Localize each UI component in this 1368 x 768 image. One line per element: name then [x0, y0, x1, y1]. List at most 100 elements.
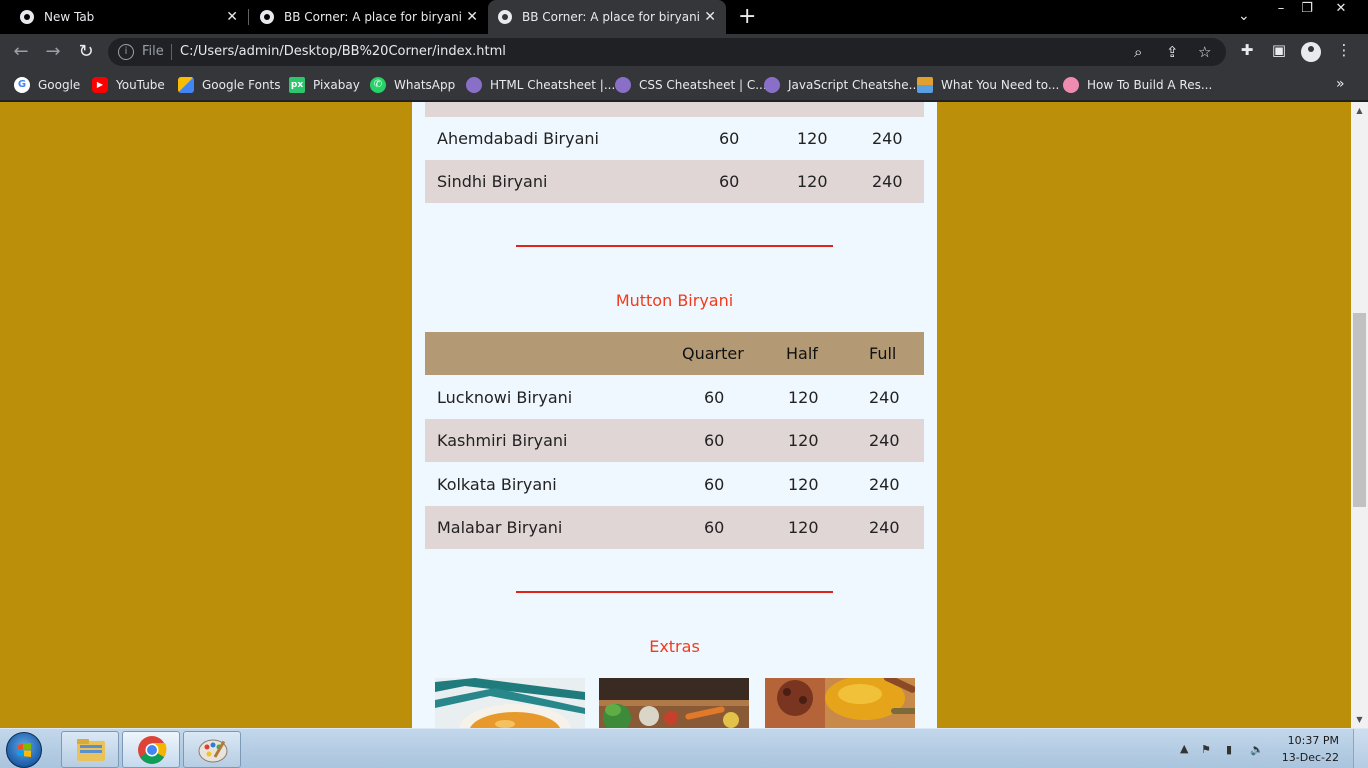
- mutton-biryani-heading: Mutton Biryani: [615, 291, 734, 310]
- clock-date[interactable]: 13-Dec-22: [1259, 751, 1339, 764]
- html-cheatsheet-icon: [466, 77, 482, 93]
- tab-search-chevron-icon[interactable]: ⌄: [1238, 8, 1250, 24]
- table-header: Quarter Half Full: [425, 332, 924, 375]
- tab-new-tab[interactable]: New Tab ✕: [0, 0, 248, 34]
- windows-logo-icon: [17, 743, 31, 757]
- column-header-half: Half: [786, 344, 818, 363]
- bookmark-javascript-cheatsheet[interactable]: JavaScript Cheatshe...: [764, 77, 920, 93]
- taskbar-file-explorer[interactable]: [61, 731, 119, 768]
- price-quarter: 60: [704, 518, 725, 537]
- column-header-full: Full: [869, 344, 897, 363]
- item-name: Kolkata Biryani: [437, 475, 557, 494]
- tab-bb-corner-active[interactable]: BB Corner: A place for biryani lov ✕: [488, 0, 726, 34]
- restore-icon[interactable]: ❐: [1292, 0, 1322, 20]
- table-row: Malabar Biryani 60 120 240: [425, 506, 924, 549]
- new-tab-icon[interactable]: +: [738, 5, 756, 29]
- bookmark-css-cheatsheet[interactable]: CSS Cheatsheet | C...: [615, 77, 767, 93]
- zoom-icon[interactable]: ⌕: [1134, 43, 1142, 61]
- column-header-quarter: Quarter: [682, 344, 744, 363]
- profile-avatar-icon[interactable]: [1301, 42, 1321, 62]
- bookmark-google-fonts[interactable]: Google Fonts: [178, 77, 281, 93]
- bookmark-label: HTML Cheatsheet |...: [490, 78, 616, 92]
- scroll-down-arrow-icon[interactable]: ▼: [1351, 711, 1368, 728]
- close-tab-icon[interactable]: ✕: [704, 9, 716, 25]
- globe-icon: [260, 10, 274, 24]
- close-window-icon[interactable]: ✕: [1326, 0, 1356, 20]
- url-text[interactable]: C:/Users/admin/Desktop/BB%20Corner/index…: [180, 44, 506, 59]
- item-name: Lucknowi Biryani: [437, 388, 573, 407]
- youtube-icon: ▶: [92, 77, 108, 93]
- show-hidden-icons-icon[interactable]: ▲: [1180, 742, 1188, 755]
- article-icon: [917, 77, 933, 93]
- table-row: Sindhi Biryani 60 120 240: [425, 160, 924, 203]
- tab-title: New Tab: [44, 10, 95, 24]
- soup-photo: [435, 678, 585, 728]
- price-full: 240: [872, 172, 903, 191]
- scroll-up-arrow-icon[interactable]: ▲: [1351, 102, 1368, 119]
- taskbar-chrome[interactable]: [122, 731, 180, 768]
- taskbar-paint[interactable]: [183, 731, 241, 768]
- price-quarter: 60: [704, 388, 725, 407]
- share-icon[interactable]: ⇪: [1166, 43, 1179, 61]
- chrome-icon: [20, 10, 34, 24]
- folder-icon: [77, 739, 105, 761]
- javascript-cheatsheet-icon: [764, 77, 780, 93]
- bookmark-label: CSS Cheatsheet | C...: [639, 78, 767, 92]
- price-half: 120: [797, 129, 828, 148]
- bookmark-pixabay[interactable]: px Pixabay: [289, 77, 360, 93]
- price-half: 120: [788, 388, 819, 407]
- back-arrow-icon[interactable]: ←: [9, 40, 33, 64]
- tab-strip: New Tab ✕ BB Corner: A place for biryani…: [0, 0, 1368, 34]
- page-scrollbar[interactable]: ▲ ▼: [1351, 102, 1368, 728]
- network-signal-icon[interactable]: ▮: [1226, 743, 1232, 756]
- show-desktop-button[interactable]: [1353, 729, 1368, 768]
- scheme-label: File: [142, 44, 164, 59]
- reload-icon[interactable]: ↻: [74, 40, 98, 64]
- price-quarter: 60: [704, 431, 725, 450]
- bookmark-youtube[interactable]: ▶ YouTube: [92, 77, 165, 93]
- price-quarter: 60: [719, 172, 740, 191]
- extensions-puzzle-icon[interactable]: ✚: [1236, 41, 1258, 59]
- table-row: Kolkata Biryani 60 120 240: [425, 463, 924, 506]
- action-center-flag-icon[interactable]: ⚑: [1201, 743, 1211, 756]
- bookmark-label: JavaScript Cheatshe...: [788, 78, 921, 92]
- start-button[interactable]: [6, 732, 42, 768]
- bookmark-google[interactable]: G Google: [14, 77, 80, 93]
- browser-toolbar: ← → ↻ i File C:/Users/admin/Desktop/BB%2…: [0, 34, 1368, 70]
- bookmark-how-to-build[interactable]: How To Build A Res...: [1063, 77, 1212, 93]
- paint-palette-icon: [198, 739, 228, 763]
- page-viewport: Ahemdabadi Biryani 60 120 240 Sindhi Bir…: [0, 102, 1351, 728]
- bookmark-label: YouTube: [116, 78, 165, 92]
- close-tab-icon[interactable]: ✕: [466, 9, 478, 25]
- forward-arrow-icon[interactable]: →: [41, 40, 65, 64]
- bookmark-label: Google Fonts: [202, 78, 281, 92]
- bookmark-star-icon[interactable]: ☆: [1198, 43, 1211, 61]
- extras-heading: Extras: [649, 637, 700, 656]
- css-cheatsheet-icon: [615, 77, 631, 93]
- price-full: 240: [869, 475, 900, 494]
- bookmark-whatsapp[interactable]: ✆ WhatsApp: [370, 77, 455, 93]
- bookmark-label: Google: [38, 78, 81, 92]
- clock-time[interactable]: 10:37 PM: [1259, 734, 1339, 747]
- price-full: 240: [872, 129, 903, 148]
- side-panel-icon[interactable]: ▣: [1268, 41, 1290, 59]
- bookmark-label: Pixabay: [313, 78, 360, 92]
- menu-kebab-icon[interactable]: ⋮: [1333, 41, 1355, 59]
- address-bar[interactable]: i File C:/Users/admin/Desktop/BB%20Corne…: [108, 38, 1226, 66]
- scrollbar-thumb[interactable]: [1353, 313, 1366, 507]
- bookmark-html-cheatsheet[interactable]: HTML Cheatsheet |...: [466, 77, 615, 93]
- chrome-icon: [138, 736, 167, 764]
- price-full: 240: [869, 388, 900, 407]
- tutorial-icon: [1063, 77, 1079, 93]
- spices-photo: [765, 678, 915, 728]
- bookmarks-overflow-icon[interactable]: »: [1336, 76, 1345, 92]
- close-tab-icon[interactable]: ✕: [226, 9, 238, 25]
- google-icon: G: [14, 77, 30, 93]
- info-icon[interactable]: i: [118, 44, 134, 60]
- price-half: 120: [797, 172, 828, 191]
- bookmark-what-you-need[interactable]: What You Need to...: [917, 77, 1059, 93]
- pixabay-icon: px: [289, 77, 305, 93]
- vegetables-photo: [599, 678, 749, 728]
- tab-bb-corner[interactable]: BB Corner: A place for biryani lov ✕: [248, 0, 488, 34]
- section-divider: [516, 245, 833, 247]
